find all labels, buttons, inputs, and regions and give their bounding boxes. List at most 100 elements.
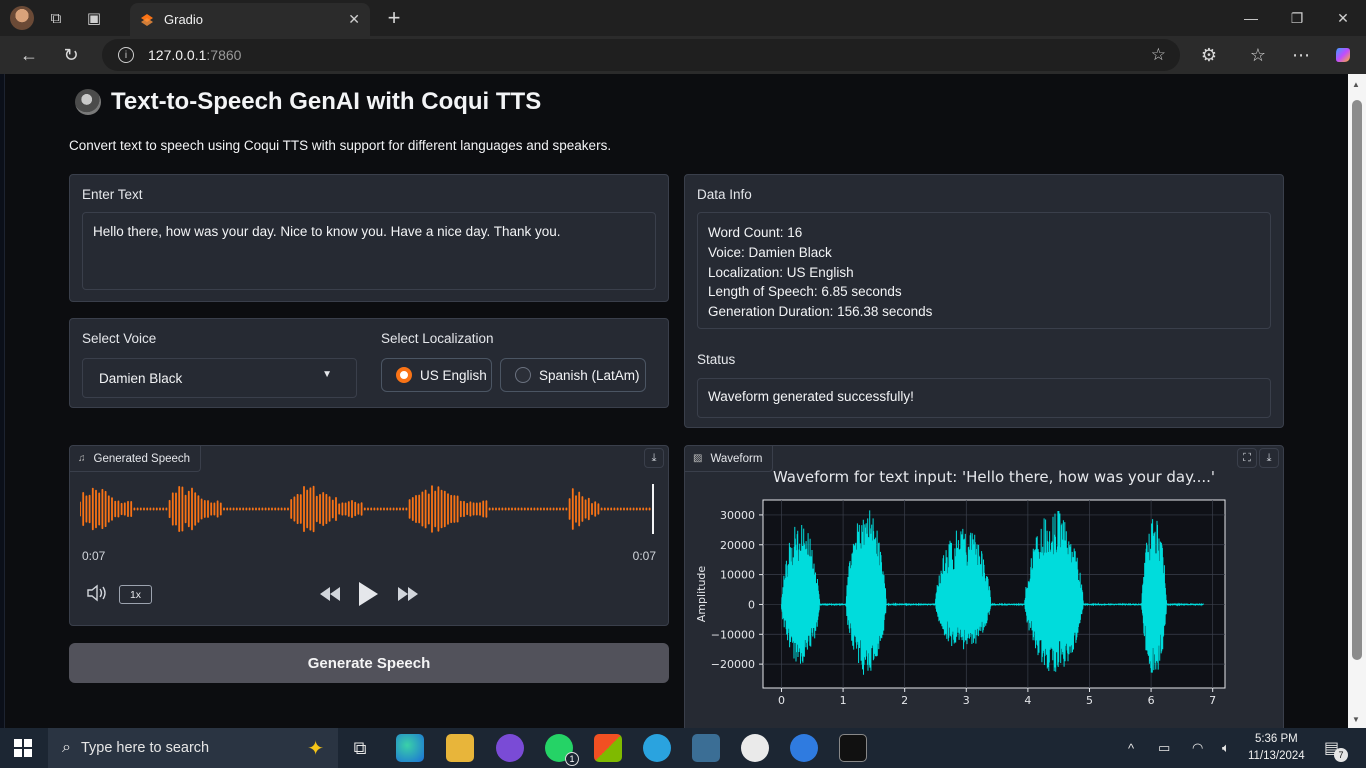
chart-ytick-label: −20000 (711, 658, 755, 671)
download-audio-button[interactable]: ⤓ (644, 448, 664, 468)
chart-ytick-label: 10000 (720, 569, 755, 582)
copilot-sparkle-icon[interactable]: ✦ (307, 736, 324, 761)
taskbar-clock[interactable]: 5:36 PM 11/13/2024 (1248, 731, 1305, 765)
more-menu-icon[interactable]: ⋯ (1286, 40, 1316, 70)
workspaces-icon[interactable]: ⧉ (40, 2, 72, 34)
info-word-count: Word Count: 16 (708, 225, 803, 240)
favorites-icon[interactable]: ☆ (1243, 40, 1273, 70)
chart-ytick-label: 30000 (720, 509, 755, 522)
telegram-icon[interactable] (643, 734, 671, 762)
taskbar-search-placeholder: Type here to search (80, 740, 210, 756)
new-tab-button[interactable]: + (380, 4, 408, 32)
page-scrollbar[interactable]: ▲ ▼ (1348, 74, 1366, 728)
restore-button[interactable]: ❐ (1274, 0, 1320, 36)
radio-spanish-latam[interactable]: Spanish (LatAm) (500, 358, 646, 392)
playback-speed-button[interactable]: 1x (119, 585, 152, 604)
download-plot-button[interactable]: ⤓ (1259, 448, 1279, 468)
chart-xtick-label: 5 (1086, 694, 1093, 707)
music-note-icon: ♫ (78, 453, 86, 464)
data-info-box: Word Count: 16 Voice: Damien Black Local… (697, 212, 1271, 329)
browser-tab[interactable]: Gradio ✕ (130, 3, 370, 36)
browser-tabbar: ⧉ ▣ Gradio ✕ + — ❐ ✕ (0, 0, 1366, 36)
store-icon[interactable] (594, 734, 622, 762)
search-icon: ⌕ (62, 739, 71, 756)
status-box: Waveform generated successfully! (697, 378, 1271, 418)
gradio-page: Text-to-Speech GenAI with Coqui TTS Conv… (4, 74, 1348, 728)
text-input-label: Enter Text (82, 187, 143, 202)
generate-speech-button[interactable]: Generate Speech (69, 643, 669, 683)
site-info-icon[interactable]: i (118, 47, 134, 63)
tab-title: Gradio (164, 12, 204, 27)
task-view-icon[interactable]: ⧉ (346, 734, 374, 762)
windows-start-icon[interactable] (14, 739, 32, 762)
text-input-block: Enter Text Hello there, how was your day… (69, 174, 669, 302)
speaker-emoji-icon (75, 89, 101, 115)
chart-xtick-label: 3 (963, 694, 970, 707)
info-localization: Localization: US English (708, 264, 854, 280)
scroll-down-icon[interactable]: ▼ (1352, 715, 1360, 724)
edge-icon[interactable] (396, 734, 424, 762)
thunderbird-icon[interactable] (790, 734, 818, 762)
fast-forward-icon[interactable] (396, 585, 420, 608)
chart-xtick-label: 6 (1148, 694, 1155, 707)
audio-label-chip: ♫ Generated Speech (70, 446, 202, 472)
taskbar-search[interactable]: ⌕ Type here to search ✦ (48, 728, 338, 768)
audio-current-time: 0:07 (82, 549, 106, 563)
favorite-star-icon[interactable]: ☆ (1151, 45, 1166, 65)
voice-label: Select Voice (82, 331, 157, 346)
back-button[interactable]: ← (14, 40, 44, 70)
data-info-label: Data Info (697, 187, 752, 202)
extensions-icon[interactable]: ⚙ (1194, 40, 1224, 70)
chevron-down-icon: ▼ (322, 369, 332, 380)
url-field[interactable]: i 127.0.0.1:7860 ☆ (102, 39, 1180, 71)
wifi-icon[interactable]: ◠ (1192, 728, 1203, 768)
tab-actions-icon[interactable]: ▣ (78, 2, 110, 34)
radio-us-english[interactable]: US English (381, 358, 492, 392)
page-title-text: Text-to-Speech GenAI with Coqui TTS (111, 88, 542, 115)
chart-title: Waveform for text input: 'Hello there, h… (773, 468, 1215, 486)
whatsapp-icon[interactable]: 1 (545, 734, 579, 766)
chart-ylabel: Amplitude (695, 566, 708, 623)
close-tab-icon[interactable]: ✕ (348, 11, 360, 28)
tray-chevron-icon[interactable]: ^ (1128, 728, 1134, 768)
file-explorer-icon[interactable] (446, 734, 474, 762)
voice-dropdown[interactable]: Damien Black ▼ (82, 358, 357, 398)
volume-tray-icon[interactable]: 🔈︎ (1222, 728, 1230, 768)
rewind-icon[interactable] (318, 585, 342, 608)
radio-unselected-icon (515, 367, 531, 383)
notification-icon[interactable]: ▤ 7 (1324, 728, 1348, 768)
media-player-icon[interactable] (496, 734, 524, 762)
audio-waveform[interactable] (80, 482, 660, 536)
localization-label: Select Localization (381, 331, 494, 346)
mysql-workbench-icon[interactable] (692, 734, 720, 762)
minimize-button[interactable]: — (1228, 0, 1274, 36)
text-input-area[interactable]: Hello there, how was your day. Nice to k… (82, 212, 656, 290)
chart-ytick-label: 20000 (720, 539, 755, 552)
scrollbar-thumb[interactable] (1352, 100, 1362, 660)
chart-ytick-label: 0 (748, 598, 755, 611)
gradio-favicon-icon (141, 13, 153, 26)
refresh-button[interactable]: ↻ (56, 40, 86, 70)
copilot-icon[interactable] (1328, 40, 1358, 70)
chart-xtick-label: 2 (901, 694, 908, 707)
android-studio-icon[interactable] (741, 734, 769, 762)
options-block: Select Voice Damien Black ▼ Select Local… (69, 318, 669, 408)
chart-ytick-label: −10000 (711, 628, 755, 641)
play-icon[interactable] (356, 580, 380, 613)
audio-label: Generated Speech (93, 452, 191, 465)
battery-icon[interactable]: ▭ (1158, 728, 1170, 768)
chart-xtick-label: 4 (1024, 694, 1031, 707)
voice-dropdown-value: Damien Black (99, 370, 183, 386)
url-host: 127.0.0.1 (148, 47, 207, 63)
status-label: Status (697, 352, 736, 367)
audio-playhead[interactable] (652, 484, 654, 534)
scroll-up-icon[interactable]: ▲ (1352, 80, 1360, 89)
chart-xtick-label: 0 (778, 694, 785, 707)
profile-avatar[interactable] (10, 6, 34, 30)
terminal-icon[interactable] (839, 734, 867, 762)
audio-player-block: ♫ Generated Speech ⤓ 0:07 0:07 1x (69, 445, 669, 626)
volume-icon[interactable] (86, 584, 110, 607)
waveform-plot-block: ▨ Waveform ⛶ ⤓ Waveform for text input: … (684, 445, 1284, 728)
windows-taskbar: ⌕ Type here to search ✦ ⧉ 1 ^ ▭ ◠ 🔈︎ 5:3… (0, 728, 1366, 768)
window-close-button[interactable]: ✕ (1320, 0, 1366, 36)
